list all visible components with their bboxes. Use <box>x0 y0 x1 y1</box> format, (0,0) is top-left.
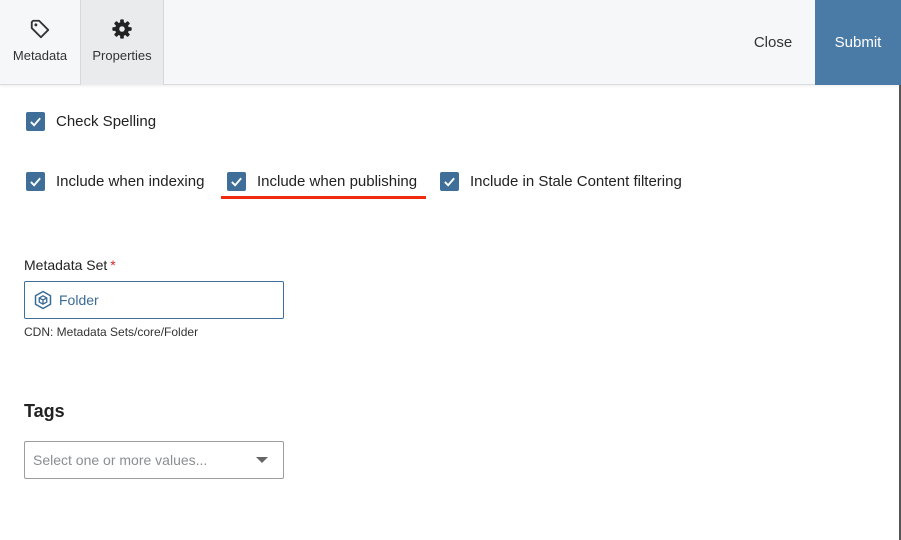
metadata-set-value: Folder <box>59 292 99 308</box>
tags-title: Tags <box>24 401 65 421</box>
include-stale-label: Include in Stale Content filtering <box>470 173 682 190</box>
metadata-set-label: Metadata Set * <box>24 257 116 273</box>
submit-button[interactable]: Submit <box>815 0 901 85</box>
tab-metadata-label: Metadata <box>12 48 68 63</box>
chevron-down-icon[interactable] <box>256 456 268 464</box>
tags-select[interactable]: Select one or more values... <box>24 441 284 479</box>
include-publishing-checkbox[interactable]: Include when publishing <box>227 172 417 191</box>
check-spelling-checkbox[interactable]: Check Spelling <box>26 112 156 131</box>
tag-icon <box>30 19 50 39</box>
highlight-underline <box>221 196 426 199</box>
include-stale-checkbox[interactable]: Include in Stale Content filtering <box>440 172 682 191</box>
checkbox-checked-icon[interactable] <box>26 172 45 191</box>
include-publishing-label: Include when publishing <box>257 173 418 190</box>
checkbox-checked-icon[interactable] <box>440 172 459 191</box>
cube-icon <box>34 290 52 310</box>
include-indexing-label: Include when indexing <box>56 173 205 190</box>
tab-properties[interactable]: Properties <box>80 0 164 85</box>
metadata-set-label-text: Metadata Set <box>24 257 108 273</box>
tab-metadata[interactable]: Metadata <box>0 0 80 85</box>
required-marker: * <box>110 257 116 273</box>
metadata-set-field[interactable]: Folder <box>24 281 284 319</box>
include-indexing-checkbox[interactable]: Include when indexing <box>26 172 204 191</box>
tab-properties-label: Properties <box>92 48 152 63</box>
metadata-set-path: CDN: Metadata Sets/core/Folder <box>24 325 199 339</box>
top-toolbar: Metadata Properties Close Submit <box>0 0 901 85</box>
close-button[interactable]: Close <box>738 0 808 85</box>
gear-icon <box>112 19 132 39</box>
tags-placeholder: Select one or more values... <box>33 452 208 468</box>
checkbox-checked-icon[interactable] <box>26 112 45 131</box>
checkbox-checked-icon[interactable] <box>227 172 246 191</box>
check-spelling-label: Check Spelling <box>56 113 157 130</box>
